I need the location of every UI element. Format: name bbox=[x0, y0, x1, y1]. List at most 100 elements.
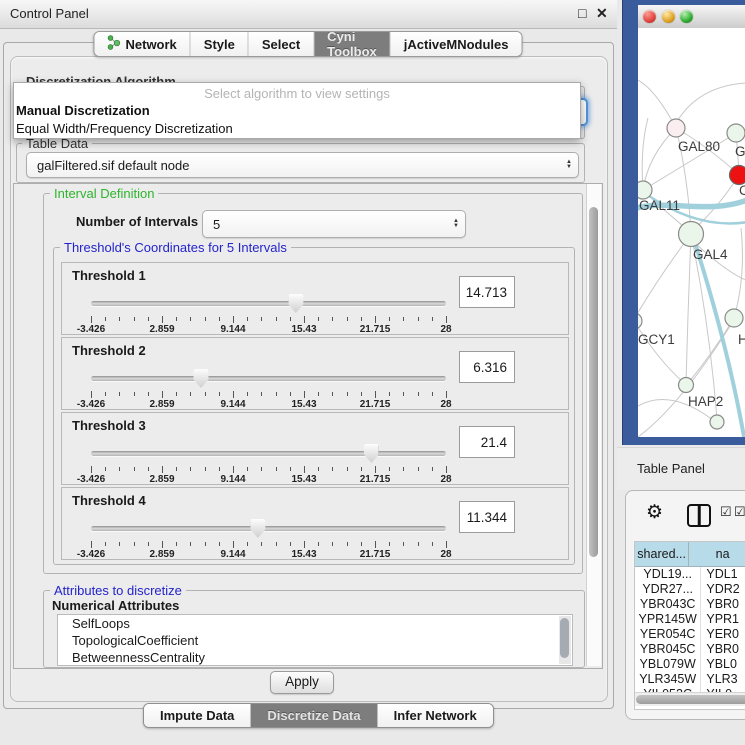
algorithm-option-manual[interactable]: Manual Discretization bbox=[14, 102, 580, 120]
slider-tick bbox=[162, 466, 163, 473]
node-gal4[interactable] bbox=[679, 222, 704, 247]
top-tab-bar: Network Style Select Cyni Toolbox jActiv… bbox=[93, 31, 522, 57]
slider-tick bbox=[105, 317, 106, 321]
slider-ticks bbox=[91, 390, 446, 398]
list-item[interactable]: TopologicalCoefficient bbox=[58, 632, 572, 649]
vertical-scrollbar-thumb[interactable] bbox=[589, 207, 598, 557]
table-row[interactable]: YBR043CYBR0 bbox=[635, 597, 745, 612]
window-title: Control Panel bbox=[10, 6, 89, 21]
threshold-4-value-field[interactable]: 11.344 bbox=[459, 501, 515, 533]
table-row[interactable]: YPR145WYPR1 bbox=[635, 612, 745, 627]
network-canvas[interactable]: GAL80 GA C GAL11 GAL4 GCY1 H HAP2 bbox=[638, 28, 745, 437]
node-hap2[interactable] bbox=[679, 378, 694, 393]
table-row[interactable]: YBL079WYBL0 bbox=[635, 657, 745, 672]
tab-impute-data[interactable]: Impute Data bbox=[144, 704, 251, 727]
table-row[interactable]: YLR345WYLR3 bbox=[635, 672, 745, 687]
zoom-traffic-light-icon[interactable] bbox=[680, 10, 693, 23]
slider-ticks bbox=[91, 465, 446, 473]
algorithm-option-equal-width[interactable]: Equal Width/Frequency Discretization bbox=[14, 120, 580, 138]
threshold-1-slider[interactable]: -3.426 2.859 9.144 15.43 21.715 28 bbox=[91, 293, 446, 333]
slider-tick bbox=[190, 542, 191, 546]
threshold-4-slider[interactable]: -3.426 2.859 9.144 15.43 21.715 28 bbox=[91, 518, 446, 558]
slider-tick bbox=[418, 392, 419, 396]
threshold-2-slider[interactable]: -3.426 2.859 9.144 15.43 21.715 28 bbox=[91, 368, 446, 408]
slider-tick bbox=[205, 542, 206, 546]
float-window-icon[interactable]: □ bbox=[578, 5, 586, 21]
list-item[interactable]: SelfLoops bbox=[58, 615, 572, 632]
threshold-3-slider[interactable]: -3.426 2.859 9.144 15.43 21.715 28 bbox=[91, 443, 446, 483]
slider-tick bbox=[389, 467, 390, 471]
network-window-titlebar[interactable] bbox=[638, 5, 745, 29]
slider-tick bbox=[205, 317, 206, 321]
horizontal-scrollbar[interactable] bbox=[635, 692, 745, 706]
slider-tick bbox=[332, 467, 333, 471]
split-table-icon[interactable] bbox=[687, 504, 711, 527]
close-icon[interactable]: ✕ bbox=[596, 5, 608, 21]
slider-tick bbox=[361, 542, 362, 546]
slider-tick bbox=[418, 542, 419, 546]
tab-select[interactable]: Select bbox=[249, 32, 314, 56]
slider-tick bbox=[134, 467, 135, 471]
table-row[interactable]: YBR045CYBR0 bbox=[635, 642, 745, 657]
numerical-attributes-list[interactable]: SelfLoops TopologicalCoefficient Between… bbox=[57, 614, 573, 666]
node-gal11[interactable] bbox=[638, 181, 652, 199]
list-scrollbar-thumb[interactable] bbox=[560, 618, 569, 658]
slider-tick bbox=[446, 541, 447, 548]
table-row[interactable]: YER054CYER0 bbox=[635, 627, 745, 642]
slider-rail[interactable] bbox=[91, 376, 446, 381]
slider-tick bbox=[219, 542, 220, 546]
tab-cyni-toolbox[interactable]: Cyni Toolbox bbox=[314, 32, 391, 56]
tab-style[interactable]: Style bbox=[191, 32, 249, 56]
slider-tick bbox=[290, 467, 291, 471]
tab-network[interactable]: Network bbox=[94, 32, 190, 56]
slider-tick bbox=[347, 542, 348, 546]
slider-rail[interactable] bbox=[91, 451, 446, 456]
tab-jactivemnodules[interactable]: jActiveMNodules bbox=[391, 32, 522, 56]
vertical-scrollbar[interactable] bbox=[586, 184, 601, 666]
table-data-combobox[interactable]: galFiltered.sif default node ▲▼ bbox=[26, 152, 579, 178]
number-of-intervals-combobox[interactable]: 5 ▲▼ bbox=[202, 210, 466, 238]
column-header-name[interactable]: na bbox=[689, 542, 745, 566]
node-bottom[interactable] bbox=[710, 415, 724, 429]
slider-rail[interactable] bbox=[91, 301, 446, 306]
threshold-2-value-field[interactable]: 6.316 bbox=[459, 351, 515, 383]
slider-tick bbox=[389, 542, 390, 546]
checkbox-checked-icon[interactable]: ☑ bbox=[720, 504, 732, 520]
list-item[interactable]: BetweennessCentrality bbox=[58, 649, 572, 666]
slider-tick bbox=[304, 541, 305, 548]
horizontal-scrollbar-thumb[interactable] bbox=[636, 695, 745, 704]
node-gal80[interactable] bbox=[667, 119, 685, 137]
slider-rail[interactable] bbox=[91, 526, 446, 531]
apply-button[interactable]: Apply bbox=[270, 671, 334, 694]
node-h[interactable] bbox=[725, 309, 743, 327]
threshold-3-value-field[interactable]: 21.4 bbox=[459, 426, 515, 458]
tab-discretize-data[interactable]: Discretize Data bbox=[251, 704, 377, 727]
slider-handle[interactable] bbox=[288, 294, 303, 313]
slider-tick bbox=[261, 467, 262, 471]
node-attribute-table[interactable]: shared... na YDL19...YDL1 YDR27...YDR2 Y… bbox=[634, 541, 745, 710]
node-ga[interactable] bbox=[727, 124, 745, 142]
numerical-attributes-label: Numerical Attributes bbox=[52, 598, 179, 613]
slider-handle[interactable] bbox=[364, 444, 379, 463]
slider-handle[interactable] bbox=[250, 519, 265, 538]
threshold-1-value-field[interactable]: 14.713 bbox=[459, 276, 515, 308]
node-gcy1[interactable] bbox=[638, 313, 642, 329]
table-rows: YDL19...YDL1 YDR27...YDR2 YBR043CYBR0 YP… bbox=[635, 567, 745, 702]
close-traffic-light-icon[interactable] bbox=[643, 10, 656, 23]
table-row[interactable]: YDL19...YDL1 bbox=[635, 567, 745, 582]
minimize-traffic-light-icon[interactable] bbox=[662, 10, 675, 23]
tab-infer-network[interactable]: Infer Network bbox=[378, 704, 493, 727]
table-row[interactable]: YDR27...YDR2 bbox=[635, 582, 745, 597]
node-red-selected[interactable] bbox=[730, 166, 745, 185]
gear-icon[interactable]: ⚙ bbox=[646, 503, 663, 523]
checkbox-checked-icon[interactable]: ☑ bbox=[734, 504, 745, 520]
interval-definition-title: Interval Definition bbox=[50, 186, 158, 201]
list-scrollbar[interactable] bbox=[559, 616, 571, 664]
slider-handle[interactable] bbox=[194, 369, 209, 388]
algorithm-hint-item[interactable]: Select algorithm to view settings bbox=[14, 83, 580, 102]
slider-tick bbox=[162, 541, 163, 548]
slider-tick bbox=[190, 392, 191, 396]
slider-tick bbox=[446, 391, 447, 398]
node-label: GAL4 bbox=[693, 247, 728, 262]
column-header-shared[interactable]: shared... bbox=[635, 542, 689, 566]
